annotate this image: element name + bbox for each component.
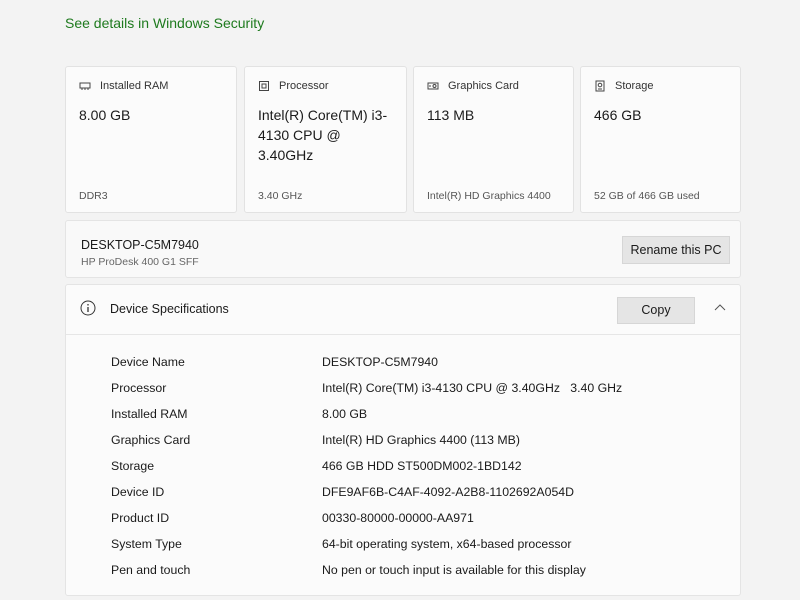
device-model: HP ProDesk 400 G1 SFF <box>81 256 199 268</box>
spec-value: Intel(R) Core(TM) i3-4130 CPU @ 3.40GHz … <box>322 381 623 395</box>
system-about-page: See details in Windows Security Installe… <box>0 0 800 600</box>
spec-value: 466 GB HDD ST500DM002-1BD142 <box>322 459 522 473</box>
spec-value: Intel(R) HD Graphics 4400 (113 MB) <box>322 433 520 447</box>
spec-label: Device ID <box>111 485 165 499</box>
card-installed-ram: Installed RAM 8.00 GB DDR3 <box>65 66 237 213</box>
card-graphics: Graphics Card 113 MB Intel(R) HD Graphic… <box>413 66 574 213</box>
spec-row: Product ID 00330-80000-00000-AA971 <box>66 511 740 537</box>
card-storage: Storage 466 GB 52 GB of 466 GB used <box>580 66 741 213</box>
rename-pc-button[interactable]: Rename this PC <box>622 236 730 264</box>
windows-security-link[interactable]: See details in Windows Security <box>65 15 264 31</box>
spec-row: Installed RAM 8.00 GB <box>66 407 740 433</box>
spec-label: Product ID <box>111 511 170 525</box>
card-subtext: Intel(R) HD Graphics 4400 <box>427 190 551 202</box>
device-name: DESKTOP-C5M7940 <box>81 238 199 252</box>
info-icon <box>80 300 96 316</box>
spec-row: Device ID DFE9AF6B-C4AF-4092-A2B8-110269… <box>66 485 740 511</box>
card-value: 113 MB <box>427 107 475 123</box>
storage-icon <box>595 80 605 92</box>
processor-icon <box>259 81 269 91</box>
spec-label: Processor <box>111 381 167 395</box>
spec-row: Pen and touch No pen or touch input is a… <box>66 563 740 589</box>
spec-row: Processor Intel(R) Core(TM) i3-4130 CPU … <box>66 381 740 407</box>
spec-label: System Type <box>111 537 182 551</box>
spec-row: System Type 64-bit operating system, x64… <box>66 537 740 563</box>
card-label: Storage <box>615 80 654 92</box>
copy-button[interactable]: Copy <box>617 297 695 324</box>
spec-value: 64-bit operating system, x64-based proce… <box>322 537 572 551</box>
card-value: 8.00 GB <box>79 107 131 123</box>
spec-row: Storage 466 GB HDD ST500DM002-1BD142 <box>66 459 740 485</box>
card-subtext: DDR3 <box>79 190 108 202</box>
spec-value: No pen or touch input is available for t… <box>322 563 586 577</box>
spec-label: Storage <box>111 459 155 473</box>
card-subtext: 3.40 GHz <box>258 190 303 202</box>
card-value: Intel(R) Core(TM) i3-4130 CPU @ 3.40GHz <box>258 107 388 163</box>
spec-row: Graphics Card Intel(R) HD Graphics 4400 … <box>66 433 740 459</box>
device-specifications-panel: Device Specifications Copy Device Name D… <box>65 284 741 596</box>
spec-label: Pen and touch <box>111 563 191 577</box>
spec-cards: Installed RAM 8.00 GB DDR3 Processor Int… <box>65 66 741 213</box>
graphics-card-icon <box>427 82 439 90</box>
card-label: Graphics Card <box>448 80 519 92</box>
card-label: Installed RAM <box>100 80 169 92</box>
spec-label: Device Name <box>111 355 185 369</box>
spec-value: 00330-80000-00000-AA971 <box>322 511 474 525</box>
spec-panel-header[interactable]: Device Specifications Copy <box>66 285 740 335</box>
spec-label: Installed RAM <box>111 407 188 421</box>
card-subtext: 52 GB of 466 GB used <box>594 190 700 202</box>
spec-panel-title: Device Specifications <box>110 302 229 316</box>
spec-value: 8.00 GB <box>322 407 368 421</box>
spec-row: Device Name DESKTOP-C5M7940 <box>66 355 740 381</box>
card-value: 466 GB <box>594 107 642 123</box>
chevron-up-icon[interactable] <box>714 303 726 311</box>
spec-label: Graphics Card <box>111 433 191 447</box>
spec-value: DFE9AF6B-C4AF-4092-A2B8-1102692A054D <box>322 485 574 499</box>
card-processor: Processor Intel(R) Core(TM) i3-4130 CPU … <box>244 66 407 213</box>
card-label: Processor <box>279 80 329 92</box>
spec-value: DESKTOP-C5M7940 <box>322 355 438 369</box>
device-name-row: DESKTOP-C5M7940 HP ProDesk 400 G1 SFF Re… <box>65 220 741 278</box>
ram-icon <box>79 82 91 90</box>
